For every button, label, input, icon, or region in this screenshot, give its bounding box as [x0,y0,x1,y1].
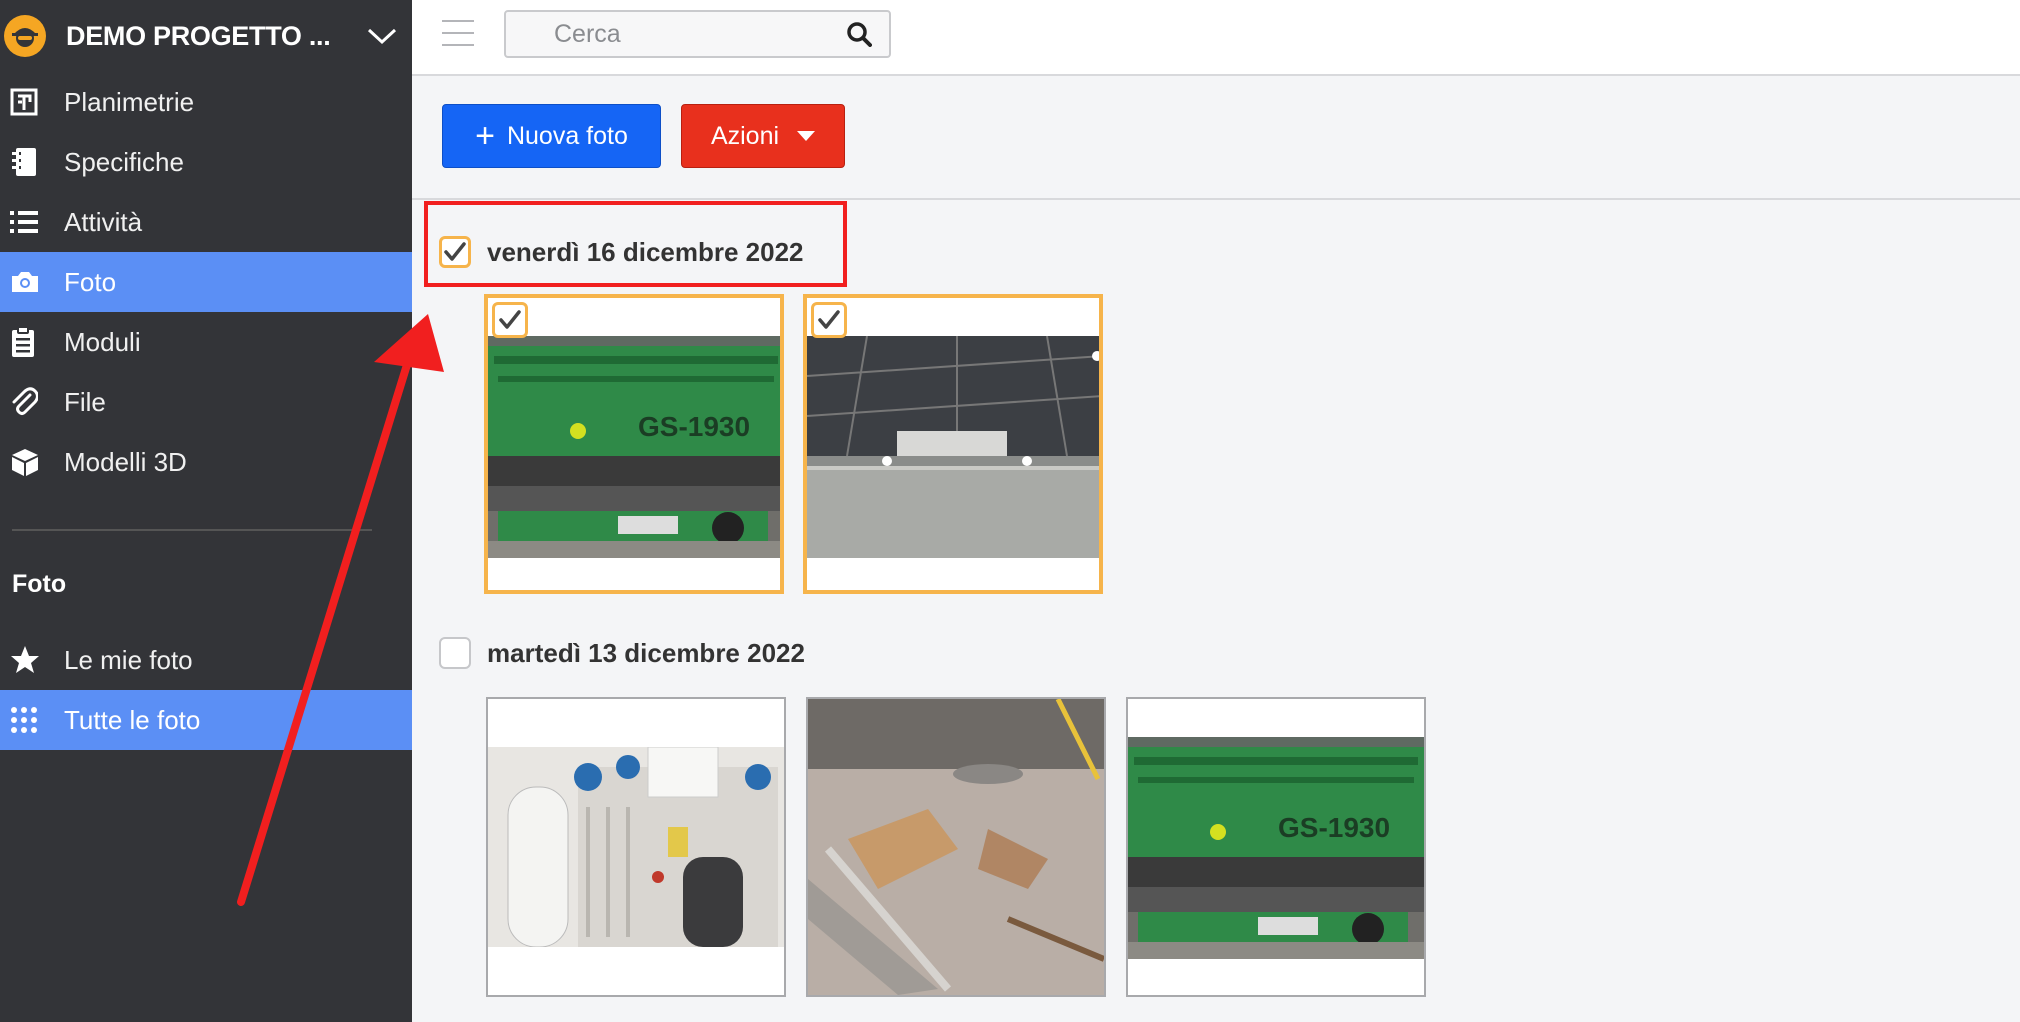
plus-icon: + [475,117,495,155]
worker-helmet-icon [4,15,46,57]
notebook-icon [0,147,64,177]
search-input[interactable]: Cerca [504,10,891,58]
cube-icon [0,447,64,477]
group-date-title: venerdì 16 dicembre 2022 [487,236,804,267]
sidebar-item-specifiche[interactable]: Specifiche [0,132,412,192]
sidebar: DEMO PROGETTO ... Planimetrie Specifiche… [0,0,412,1022]
paperclip-icon [0,387,64,417]
scissor-lift-photo: GS-1930 [488,336,780,558]
floor-materials-photo [808,699,1104,995]
caret-down-icon [797,131,816,141]
actions-dropdown-button[interactable]: Azioni [681,104,845,168]
hamburger-menu-icon[interactable] [442,20,474,46]
clipboard-icon [0,326,64,358]
camera-icon [0,270,64,294]
sidebar-item-label: Modelli 3D [64,446,187,477]
star-icon [0,645,64,675]
group-select-checkbox[interactable] [439,637,471,669]
search-placeholder: Cerca [554,19,621,48]
sidebar-item-tutte-le-foto[interactable]: Tutte le foto [0,690,412,750]
photo-thumbnail[interactable]: GS-1930 [1126,697,1426,997]
project-name: DEMO PROGETTO ... [66,20,331,51]
photo-select-checkbox[interactable] [811,302,847,338]
new-photo-label: Nuova foto [506,121,628,150]
sidebar-item-label: Attività [64,206,143,237]
photo-thumbnail[interactable] [803,294,1103,594]
grid-dots-icon [0,706,64,734]
date-group-header: venerdì 16 dicembre 2022 [439,236,804,268]
sidebar-item-label: Le mie foto [64,644,193,675]
sidebar-item-foto[interactable]: Foto [0,252,412,312]
sidebar-item-file[interactable]: File [0,372,412,432]
sidebar-divider [12,529,372,531]
chevron-down-icon[interactable] [352,26,412,46]
group-date-title: martedì 13 dicembre 2022 [487,637,805,668]
boiler-room-photo [488,747,784,947]
group-select-checkbox[interactable] [439,236,471,268]
sidebar-item-planimetrie[interactable]: Planimetrie [0,72,412,132]
new-photo-button[interactable]: + Nuova foto [442,104,661,168]
sidebar-item-moduli[interactable]: Moduli [0,312,412,372]
top-bar: Cerca [412,0,2020,76]
toolbar: + Nuova foto Azioni [412,76,2020,200]
sidebar-item-modelli-3d[interactable]: Modelli 3D [0,432,412,492]
sidebar-item-le-mie-foto[interactable]: Le mie foto [0,630,412,690]
floorplan-icon [0,88,64,116]
ceiling-photo [807,336,1099,558]
search-icon[interactable] [829,21,889,47]
list-icon [0,210,64,234]
sidebar-item-label: File [64,386,106,417]
date-group-header: martedì 13 dicembre 2022 [439,637,805,669]
sidebar-item-label: Specifiche [64,146,184,177]
sidebar-item-label: Tutte le foto [64,704,201,735]
scissor-lift-photo: GS-1930 [1128,737,1424,959]
project-selector[interactable]: DEMO PROGETTO ... [0,0,412,72]
actions-label: Azioni [710,121,780,150]
photo-thumbnail[interactable] [806,697,1106,997]
sidebar-item-attivita[interactable]: Attività [0,192,412,252]
sidebar-section-title: Foto [12,569,67,598]
photo-select-checkbox[interactable] [492,302,528,338]
svg-text:GS-1930: GS-1930 [1278,812,1390,843]
sidebar-item-label: Planimetrie [64,86,195,117]
svg-text:GS-1930: GS-1930 [638,411,750,442]
sidebar-item-label: Foto [64,266,117,297]
photo-thumbnail[interactable]: GS-1930 [484,294,784,594]
photo-thumbnail[interactable] [486,697,786,997]
sidebar-item-label: Moduli [64,326,141,357]
